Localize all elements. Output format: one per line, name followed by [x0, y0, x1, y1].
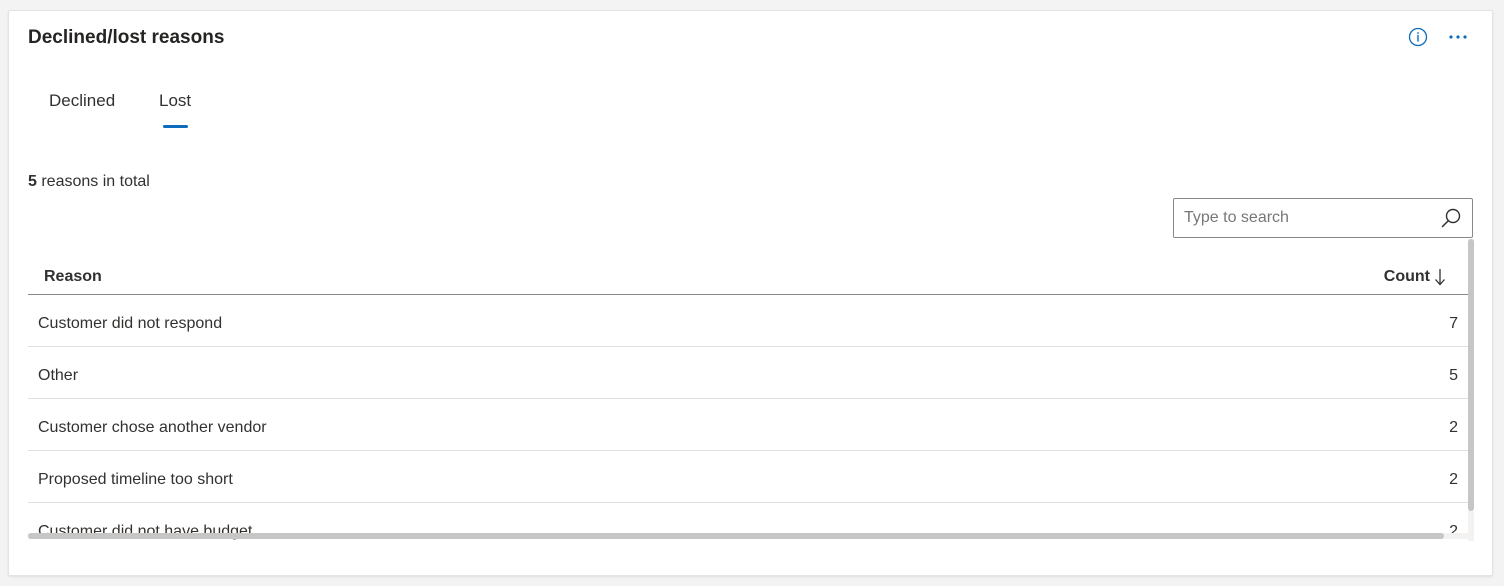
card-title: Declined/lost reasons — [28, 27, 225, 48]
search-box — [1173, 198, 1473, 238]
tab-declined[interactable]: Declined — [49, 91, 115, 111]
table-row[interactable]: Other 5 — [28, 347, 1468, 399]
reasons-count: 5 — [28, 173, 37, 190]
row-count: 2 — [1449, 471, 1458, 488]
more-horizontal-icon — [1449, 35, 1467, 39]
row-count: 5 — [1449, 367, 1458, 384]
sort-descending-arrow-icon — [1435, 269, 1445, 286]
search-input[interactable] — [1174, 199, 1436, 237]
tab-lost[interactable]: Lost — [159, 91, 191, 111]
vertical-scrollbar-thumb[interactable] — [1468, 239, 1474, 511]
search-icon[interactable] — [1440, 207, 1462, 229]
reasons-table: Reason Count Customer did not respond 7 … — [28, 239, 1474, 541]
column-header-count-label: Count — [1383, 268, 1430, 285]
info-icon — [1408, 27, 1428, 47]
table-row[interactable]: Customer did not respond 7 — [28, 295, 1468, 347]
reasons-summary-text: reasons in total — [36, 173, 150, 190]
declined-lost-reasons-card: Declined/lost reasons Declined Lost 5 re… — [8, 10, 1493, 576]
reasons-summary: 5 reasons in total — [28, 173, 150, 191]
table-row[interactable]: Customer chose another vendor 2 — [28, 399, 1468, 451]
row-count: 7 — [1449, 315, 1458, 332]
row-reason: Other — [38, 367, 79, 384]
table-header: Reason Count — [28, 239, 1468, 295]
row-count: 2 — [1449, 419, 1458, 436]
row-reason: Customer chose another vendor — [38, 419, 267, 436]
row-reason: Proposed timeline too short — [38, 471, 233, 488]
table-body: Customer did not respond 7 Other 5 Custo… — [28, 295, 1468, 541]
info-button[interactable] — [1407, 26, 1429, 48]
table-row[interactable]: Proposed timeline too short 2 — [28, 451, 1468, 503]
column-header-count[interactable]: Count — [1384, 268, 1446, 286]
selected-tab-indicator — [163, 125, 188, 128]
row-reason: Customer did not respond — [38, 315, 223, 332]
column-header-reason[interactable]: Reason — [44, 268, 102, 286]
horizontal-scrollbar-thumb[interactable] — [28, 533, 1444, 539]
more-options-button[interactable] — [1445, 25, 1471, 49]
